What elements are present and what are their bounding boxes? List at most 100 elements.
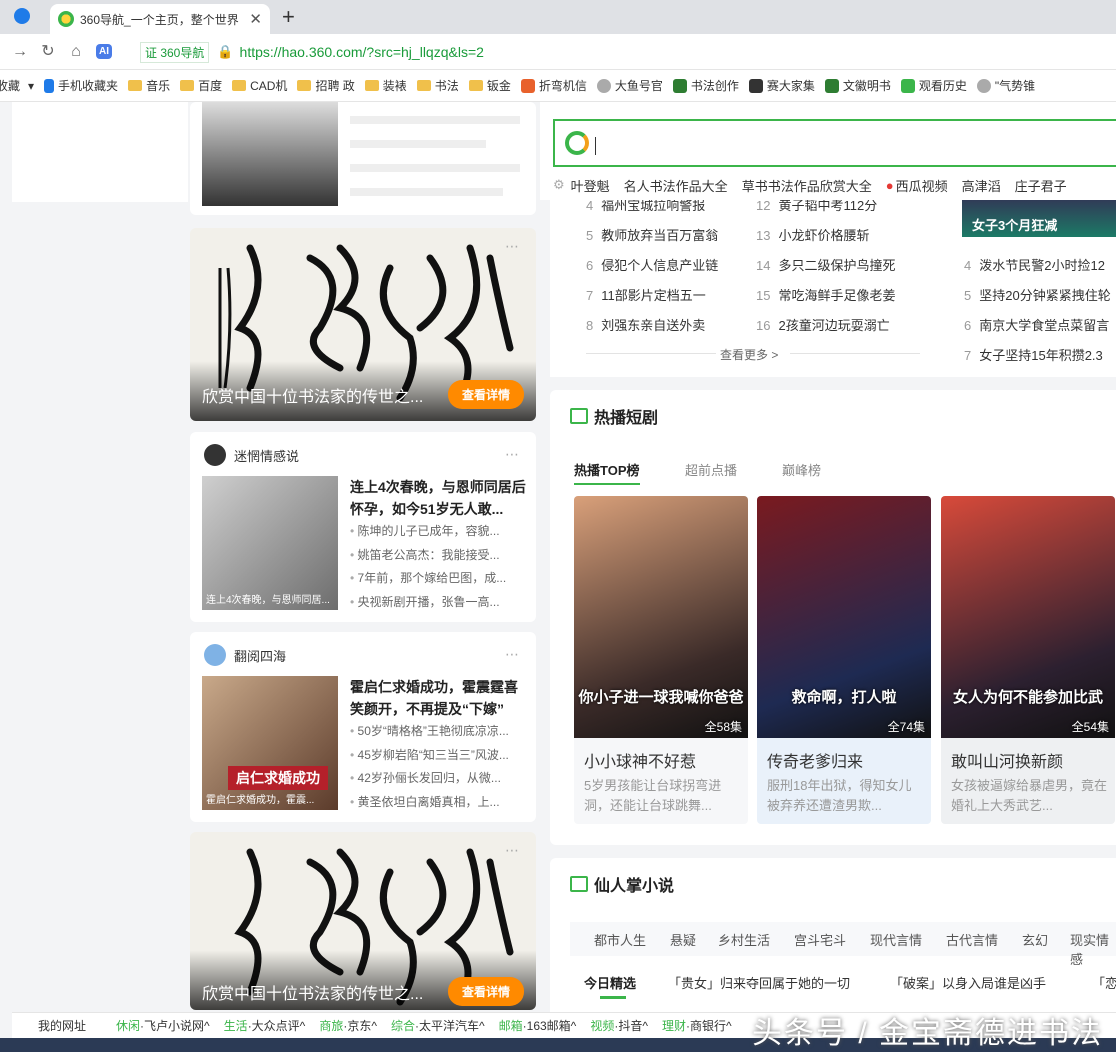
news-headline[interactable]: 霍启仁求婚成功，霍震霆喜笑颜开，不再提及“下嫁”: [350, 676, 526, 720]
quick-site-leisure[interactable]: 休闲·飞卢小说网^: [116, 1017, 210, 1034]
section-title[interactable]: 热播短剧: [570, 404, 658, 428]
hot-item[interactable]: 7 女子坚持15年积攒2.3: [964, 345, 1103, 364]
hot-item[interactable]: 6 南京大学食堂点菜留言: [964, 315, 1109, 334]
close-tab-icon[interactable]: ✕: [249, 10, 262, 28]
quick-site-general[interactable]: 综合·太平洋汽车^: [391, 1017, 485, 1034]
tab-preview[interactable]: 超前点播: [685, 460, 737, 479]
reload-icon[interactable]: ↻: [40, 43, 56, 60]
tab-360-navigation[interactable]: 360导航_一个主页，整个世界 ✕: [50, 4, 270, 34]
search-suggestion[interactable]: 庄子君子: [1015, 176, 1067, 195]
novel-category[interactable]: 悬疑: [670, 930, 696, 949]
certificate-badge[interactable]: 证 360导航: [140, 41, 210, 63]
related-news-item[interactable]: 7年前，那个嫁给巴图，成...: [350, 569, 526, 593]
novel-category[interactable]: 古代言情: [946, 930, 998, 949]
bookmark-baidu[interactable]: 百度: [180, 77, 222, 94]
novel-category[interactable]: 现实情感: [1070, 930, 1116, 968]
hot-item[interactable]: 7 11部影片定档五一: [586, 285, 706, 304]
bookmark-momentum[interactable]: "气势锥: [976, 77, 1035, 94]
drama-card[interactable]: 女人为何不能参加比武 全54集 敢叫山河换新颜 女孩被逼嫁给暴虐男，竟在婚礼上大…: [941, 496, 1115, 824]
hot-item[interactable]: 4 泼水节民警2小时捡12: [964, 255, 1105, 274]
news-source[interactable]: 迷惘情感说: [204, 444, 299, 466]
bookmark-mobile[interactable]: 手机收藏夹: [44, 77, 118, 94]
search-suggestion[interactable]: 叶登魁: [571, 176, 610, 195]
forward-icon[interactable]: →: [12, 43, 28, 60]
novel-category[interactable]: 现代言情: [870, 930, 922, 949]
related-news-item[interactable]: 央视新剧开播，张鲁一高...: [350, 593, 526, 617]
bookmark-calligraphy[interactable]: 书法: [416, 77, 459, 94]
promo-thumbnail[interactable]: 女子3个月狂减: [962, 195, 1116, 237]
view-details-button[interactable]: 查看详情: [447, 977, 524, 1006]
hot-item[interactable]: 5 教师放弃当百万富翁: [586, 225, 718, 244]
related-news-item[interactable]: 姚笛老公高杰：我能接受...: [350, 546, 526, 570]
novel-category[interactable]: 乡村生活: [718, 930, 770, 949]
quick-site-video[interactable]: 视频·抖音^: [590, 1017, 648, 1034]
hot-item[interactable]: 6 侵犯个人信息产业链: [586, 255, 718, 274]
search-suggestion[interactable]: 名人书法作品大全: [624, 176, 728, 195]
novel-pick[interactable]: 「贵女」归来夺回属于她的一切: [668, 973, 850, 992]
novel-category[interactable]: 都市人生: [594, 930, 646, 949]
bookmark-bending[interactable]: 折弯机信: [520, 77, 587, 94]
today-picks-label[interactable]: 今日精选: [584, 973, 636, 992]
drama-card[interactable]: 你小子进一球我喊你爸爸 全58集 小小球神不好惹 5岁男孩能让台球拐弯进洞，还能…: [574, 496, 748, 824]
more-options-icon[interactable]: ⋯: [505, 842, 520, 859]
bookmark-saidajia[interactable]: 赛大家集: [748, 77, 815, 94]
hot-item[interactable]: 8 刘强东亲自送外卖: [586, 315, 705, 334]
calligraphy-card[interactable]: ⋯ 欣赏中国十位书法家的传世之... 查看详情: [190, 228, 536, 421]
novel-category[interactable]: 宫斗宅斗: [794, 930, 846, 949]
related-news-item[interactable]: 42岁孙俪长发回归，从微...: [350, 769, 526, 793]
bookmark-sheetmetal[interactable]: 钣金: [468, 77, 511, 94]
hot-item[interactable]: 14 多只二级保护鸟撞死: [756, 255, 895, 274]
home-icon[interactable]: ⌂: [68, 43, 84, 60]
related-news-item[interactable]: 陈坤的儿子已成年，容貌...: [350, 522, 526, 546]
search-suggestion[interactable]: 西瓜视频: [896, 176, 948, 195]
tab-peak[interactable]: 巅峰榜: [782, 460, 821, 479]
bookmark-mounting[interactable]: 装裱: [364, 77, 407, 94]
more-options-icon[interactable]: ⋯: [505, 646, 520, 663]
novel-pick[interactable]: 「破案」以身入局谁是凶手: [890, 973, 1046, 992]
hot-item[interactable]: 15 常吃海鲜手足像老姜: [756, 285, 895, 304]
novel-pick[interactable]: 「恋: [1092, 973, 1116, 992]
tab-top-list[interactable]: 热播TOP榜: [574, 460, 640, 485]
quick-site-mail[interactable]: 邮箱·163邮箱^: [499, 1017, 577, 1034]
drama-card[interactable]: 救命啊，打人啦 全74集 传奇老爹归来 服刑18年出狱，得知女儿被弃养还遭渣男欺…: [757, 496, 931, 824]
view-details-button[interactable]: 查看详情: [447, 380, 524, 409]
news-headline[interactable]: 连上4次春晚，与恩师同居后怀孕，如今51岁无人敢...: [350, 476, 526, 520]
more-options-icon[interactable]: ⋯: [505, 446, 520, 463]
view-more-link[interactable]: 查看更多 >: [720, 346, 778, 363]
url-field[interactable]: 证 360导航 🔒 https://hao.360.com/?src=hj_ll…: [140, 39, 1100, 65]
more-options-icon[interactable]: ⋯: [505, 238, 520, 255]
feed-card-partial[interactable]: [190, 102, 536, 215]
quick-site-travel[interactable]: 商旅·京东^: [319, 1017, 377, 1034]
related-news-item[interactable]: 50岁“晴格格”王艳彻底凉凉...: [350, 722, 526, 746]
search-input[interactable]: [553, 119, 1116, 167]
section-title[interactable]: 仙人掌小说: [570, 872, 674, 896]
novel-category[interactable]: 玄幻: [1022, 930, 1048, 949]
ai-extension-icon[interactable]: AI: [96, 44, 112, 59]
related-news-item[interactable]: 黄圣依坦白离婚真相，上...: [350, 793, 526, 817]
bookmark-cad[interactable]: CAD机: [232, 77, 287, 94]
hot-item[interactable]: 13 小龙虾价格腰斩: [756, 225, 869, 244]
browser-logo-icon[interactable]: [14, 8, 30, 24]
related-news-item[interactable]: 45岁柳岩陷“知三当三”风波...: [350, 746, 526, 770]
search-suggestion[interactable]: 草书书法作品欣赏大全: [742, 176, 872, 195]
bookmark-dayu[interactable]: 大鱼号官: [596, 77, 663, 94]
quick-site-life[interactable]: 生活·大众点评^: [224, 1017, 306, 1034]
bookmark-history[interactable]: 观看历史: [900, 77, 967, 94]
news-card[interactable]: 迷惘情感说 ⋯ 连上4次春晚，与恩师同居... 连上4次春晚，与恩师同居后怀孕，…: [190, 432, 536, 622]
hot-item[interactable]: 5 坚持20分钟紧紧拽住轮: [964, 285, 1111, 304]
news-thumbnail[interactable]: 连上4次春晚，与恩师同居...: [202, 476, 338, 610]
bookmark-calli-create[interactable]: 书法创作: [672, 77, 739, 94]
new-tab-button[interactable]: +: [282, 4, 295, 30]
news-source[interactable]: 翻阅四海: [204, 644, 286, 666]
search-suggestion[interactable]: 高津滔: [962, 176, 1001, 195]
quick-site-finance[interactable]: 理财·商银行^: [662, 1017, 732, 1034]
bookmark-jobs[interactable]: 招聘 政: [297, 77, 355, 94]
bookmark-music[interactable]: 音乐: [128, 77, 170, 94]
bookmark-favorites[interactable]: 收藏▾: [0, 77, 34, 94]
news-card[interactable]: 翻阅四海 ⋯ 启仁求婚成功 霍启仁求婚成功，霍震... 霍启仁求婚成功，霍震霆喜…: [190, 632, 536, 822]
news-thumbnail[interactable]: 启仁求婚成功 霍启仁求婚成功，霍震...: [202, 676, 338, 810]
hot-item[interactable]: 16 2孩童河边玩耍溺亡: [756, 315, 890, 334]
my-sites-link[interactable]: 我的网址: [38, 1017, 86, 1034]
bookmark-wenzhengming[interactable]: 文徽明书: [824, 77, 891, 94]
calligraphy-card[interactable]: ⋯ 欣赏中国十位书法家的传世之... 查看详情: [190, 832, 536, 1010]
